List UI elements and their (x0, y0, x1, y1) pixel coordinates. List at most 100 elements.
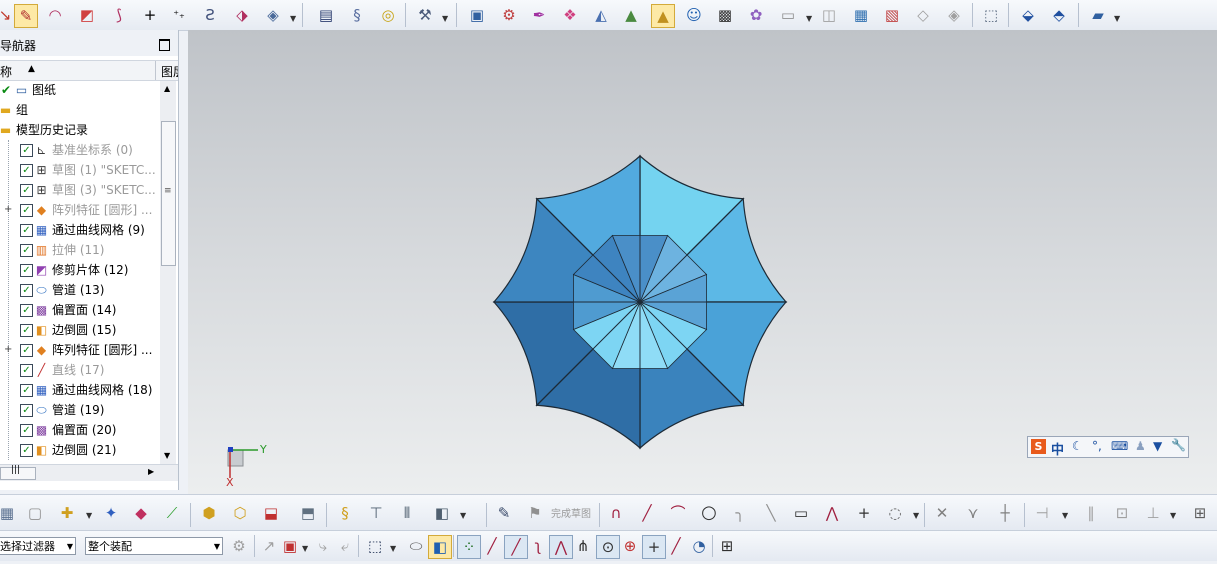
tree-row[interactable]: + ✓ ◆ 阵列特征 [圆形] ... (0, 200, 158, 220)
line-icon[interactable]: ╱ (636, 502, 658, 524)
scroll-down-icon[interactable]: ▼ (164, 451, 170, 460)
visibility-checkbox[interactable]: ✓ (20, 364, 33, 377)
visibility-checkbox[interactable]: ✓ (20, 444, 33, 457)
polyline-icon[interactable]: ⋀ (821, 502, 843, 524)
visibility-checkbox[interactable]: ✓ (20, 284, 33, 297)
sort-ascending-icon[interactable]: ▲ (28, 64, 35, 74)
paint-icon[interactable]: ⚙ (498, 4, 520, 26)
group-icon[interactable]: ⬡ (229, 502, 251, 524)
tree-row[interactable]: ✓ ◧ 边倒圆 (21) (0, 440, 158, 460)
user-icon[interactable]: ▲ (651, 4, 675, 28)
layer-icon[interactable]: ▧ (881, 4, 903, 26)
tree-row[interactable]: ✓ ▦ 通过曲线网格 (9) (0, 220, 158, 240)
coil-icon[interactable]: ◎ (377, 4, 399, 26)
photo-icon[interactable]: ☺ (683, 4, 705, 26)
settings-icon[interactable]: ⬘ (1048, 4, 1070, 26)
fastener-icon[interactable]: ⊤ (365, 502, 387, 524)
assembly-icon[interactable]: ▦ (0, 502, 18, 524)
tree-row[interactable]: ✓ ▩ 偏置面 (20) (0, 420, 158, 440)
visibility-checkbox[interactable]: ✓ (20, 144, 33, 157)
check-icon[interactable]: ✔ (1, 80, 11, 100)
select-box-icon[interactable]: ◈ (943, 4, 965, 26)
sogou-s-icon[interactable]: S (1031, 439, 1046, 454)
shirt-icon[interactable]: ▼ (1153, 439, 1162, 453)
profile-icon[interactable]: ✎ (14, 4, 38, 28)
helix-icon[interactable]: ▤ (315, 4, 337, 26)
make-corner-icon[interactable]: ┼ (994, 502, 1016, 524)
tree-row[interactable]: ✓ ⊾ 基准坐标系 (0) (0, 140, 158, 160)
palette-icon[interactable]: ✒ (528, 4, 550, 26)
cube-icon[interactable]: ◫ (818, 4, 840, 26)
tree-row[interactable]: ✓ ⊞ 草图 (3) "SKETC... (0, 180, 158, 200)
snap-on-face-icon[interactable]: ◔ (688, 535, 710, 557)
chamfer-icon[interactable]: ╲ (760, 502, 782, 524)
visibility-checkbox[interactable]: ✓ (20, 164, 33, 177)
scroll-thumb[interactable]: ≡ (161, 121, 176, 266)
tree-row[interactable]: ✓ ▥ 拉伸 (11) (0, 240, 158, 260)
arc-icon[interactable]: ⌒ (667, 502, 689, 524)
chevron-down-icon[interactable]: ▼ (86, 511, 92, 520)
maximize-icon[interactable] (159, 39, 170, 51)
chevron-down-icon[interactable]: ▼ (806, 14, 812, 23)
visibility-checkbox[interactable]: ✓ (20, 404, 33, 417)
constraint-icon[interactable]: ⟋ (161, 502, 183, 524)
curve-select-icon[interactable]: ⤷ (312, 535, 334, 557)
quick-extend-icon[interactable]: ⋎ (962, 502, 984, 524)
snap-tangent-icon[interactable]: ⋔ (572, 535, 594, 557)
navigator-vertical-scrollbar[interactable]: ▲ ≡ ▼ (160, 81, 176, 464)
rectangle-select-icon[interactable]: ⬚ (364, 535, 386, 557)
face-select-icon[interactable]: ▣ (279, 535, 301, 557)
view-icon[interactable]: ▰ (1087, 4, 1109, 26)
dimension-icon[interactable]: ⊣ (1031, 502, 1053, 524)
input-method-bar[interactable]: S 中 ☾ °, ⌨ ♟ ▼ 🔧 (1027, 436, 1189, 458)
offset-icon[interactable]: ◌ (884, 502, 906, 524)
scroll-thumb[interactable]: ||| (0, 465, 36, 480)
shaded-view-icon[interactable]: ⬭ (405, 535, 427, 557)
arrangement-icon[interactable]: ⬓ (260, 502, 282, 524)
bridge-curve-icon[interactable]: ⬗ (231, 4, 253, 26)
add-component-icon[interactable]: ✚ (56, 502, 78, 524)
chevron-down-icon[interactable]: ▼ (1062, 511, 1068, 520)
grid-icon[interactable]: ⊞ (716, 535, 738, 557)
scroll-right-icon[interactable]: ▶ (148, 467, 154, 476)
point-set-icon[interactable]: + (139, 4, 161, 26)
tree-row[interactable]: ✓ ╱ 直线 (17) (0, 360, 158, 380)
scroll-up-icon[interactable]: ▲ (164, 84, 170, 93)
box-icon[interactable]: ▭ (777, 4, 799, 26)
chevron-down-icon[interactable]: ▼ (290, 14, 296, 23)
visibility-checkbox[interactable]: ✓ (20, 224, 33, 237)
snap-curve-icon[interactable]: ʅ (527, 535, 549, 557)
chevron-down-icon[interactable]: ▼ (214, 538, 220, 554)
tree-row[interactable]: ✓ ◩ 修剪片体 (12) (0, 260, 158, 280)
studio-spline-icon[interactable]: ◠ (44, 4, 66, 26)
chevron-down-icon[interactable]: ▼ (67, 538, 73, 554)
tree-row[interactable]: ✓ ▩ 偏置面 (14) (0, 300, 158, 320)
project-curve-icon[interactable]: Ƨ (199, 4, 221, 26)
snap-midpoint-icon[interactable]: ╱ (481, 535, 503, 557)
tree-row[interactable]: + ✓ ◆ 阵列特征 [圆形] ... (0, 340, 158, 360)
wave-link-icon[interactable]: ⬒ (297, 502, 319, 524)
highlight-icon[interactable]: ▲ (620, 4, 642, 26)
user-icon[interactable]: ♟ (1135, 439, 1146, 453)
keyboard-icon[interactable]: ⌨ (1111, 439, 1128, 453)
solid-view-icon[interactable]: ◧ (428, 535, 452, 559)
visibility-checkbox[interactable]: ✓ (20, 424, 33, 437)
sketch-icon[interactable]: ✎ (493, 502, 515, 524)
select-all-icon[interactable]: ⚙ (228, 535, 250, 557)
visibility-checkbox[interactable]: ✓ (20, 244, 33, 257)
visibility-checkbox[interactable]: ✓ (20, 184, 33, 197)
edge-select-icon[interactable]: ⤶ (334, 535, 356, 557)
wrench-icon[interactable]: 🔧 (1171, 438, 1186, 452)
quick-trim-icon[interactable]: ✕ (931, 502, 953, 524)
relations-icon[interactable]: ⊞ (1189, 502, 1211, 524)
snap-intersection-icon[interactable]: ⋀ (549, 535, 573, 559)
profile-icon[interactable]: ∩ (605, 502, 627, 524)
graphics-viewport[interactable]: Y X (188, 30, 1217, 494)
move-component-icon[interactable]: ✦ (100, 502, 122, 524)
material-icon[interactable]: ❖ (559, 4, 581, 26)
visibility-checkbox[interactable]: ✓ (20, 304, 33, 317)
visibility-checkbox[interactable]: ✓ (20, 344, 33, 357)
tree-row[interactable]: ✔ ▭ 图纸 (0, 80, 158, 100)
tree-row[interactable]: ✓ ⬭ 管道 (19) (0, 400, 158, 420)
navigator-column-header[interactable]: 名称 ▲ 图层 (0, 60, 178, 81)
